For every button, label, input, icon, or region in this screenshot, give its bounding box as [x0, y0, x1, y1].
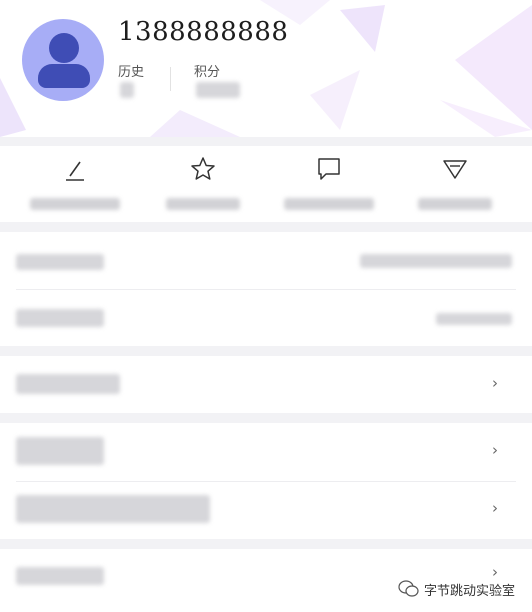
list-item-value [436, 313, 512, 325]
chevron-right-icon: › [492, 563, 498, 581]
pen-icon [65, 161, 84, 181]
quick-action-edit[interactable] [8, 146, 141, 222]
list-item[interactable] [0, 232, 532, 289]
wechat-icon [398, 580, 419, 597]
list-item-label [16, 495, 210, 523]
stat-divider [170, 67, 171, 91]
quick-action-label [29, 198, 120, 210]
chevron-right-icon: › [492, 499, 498, 517]
chevron-right-icon: › [492, 441, 498, 459]
user-icon-head [49, 33, 79, 63]
points-value [196, 82, 240, 98]
list-item-value [360, 254, 512, 268]
settings-card-3: › › [0, 423, 532, 539]
quick-actions [0, 146, 532, 222]
diamond-icon [442, 160, 467, 179]
list-item[interactable]: › [0, 423, 532, 481]
history-label[interactable]: 历史 [118, 61, 144, 80]
avatar[interactable] [22, 19, 104, 101]
quick-action-label [283, 198, 374, 210]
comment-icon [317, 158, 340, 180]
list-item-label [16, 254, 104, 270]
chevron-right-icon: › [492, 374, 498, 392]
user-phone: 1388888888 [118, 17, 289, 47]
history-value [120, 82, 134, 98]
list-item-label [16, 437, 104, 465]
list-item[interactable]: › [0, 481, 532, 539]
quick-action-membership[interactable] [388, 146, 521, 222]
quick-action-favorites[interactable] [136, 146, 269, 222]
list-item[interactable] [0, 289, 532, 346]
list-item[interactable]: › [0, 356, 532, 413]
quick-action-comments[interactable] [262, 146, 395, 222]
quick-action-label [165, 198, 240, 210]
settings-card-2: › [0, 356, 532, 413]
profile-header: 1388888888 历史 积分 [0, 0, 532, 137]
list-item-label [16, 567, 104, 585]
quick-action-label [417, 198, 492, 210]
points-label[interactable]: 积分 [194, 61, 220, 80]
list-item-label [16, 309, 104, 327]
star-icon [190, 157, 215, 180]
settings-card-1 [0, 232, 532, 346]
watermark-text: 字节跳动实验室 [424, 584, 516, 599]
user-icon-body [38, 64, 90, 88]
list-item-label [16, 374, 120, 394]
